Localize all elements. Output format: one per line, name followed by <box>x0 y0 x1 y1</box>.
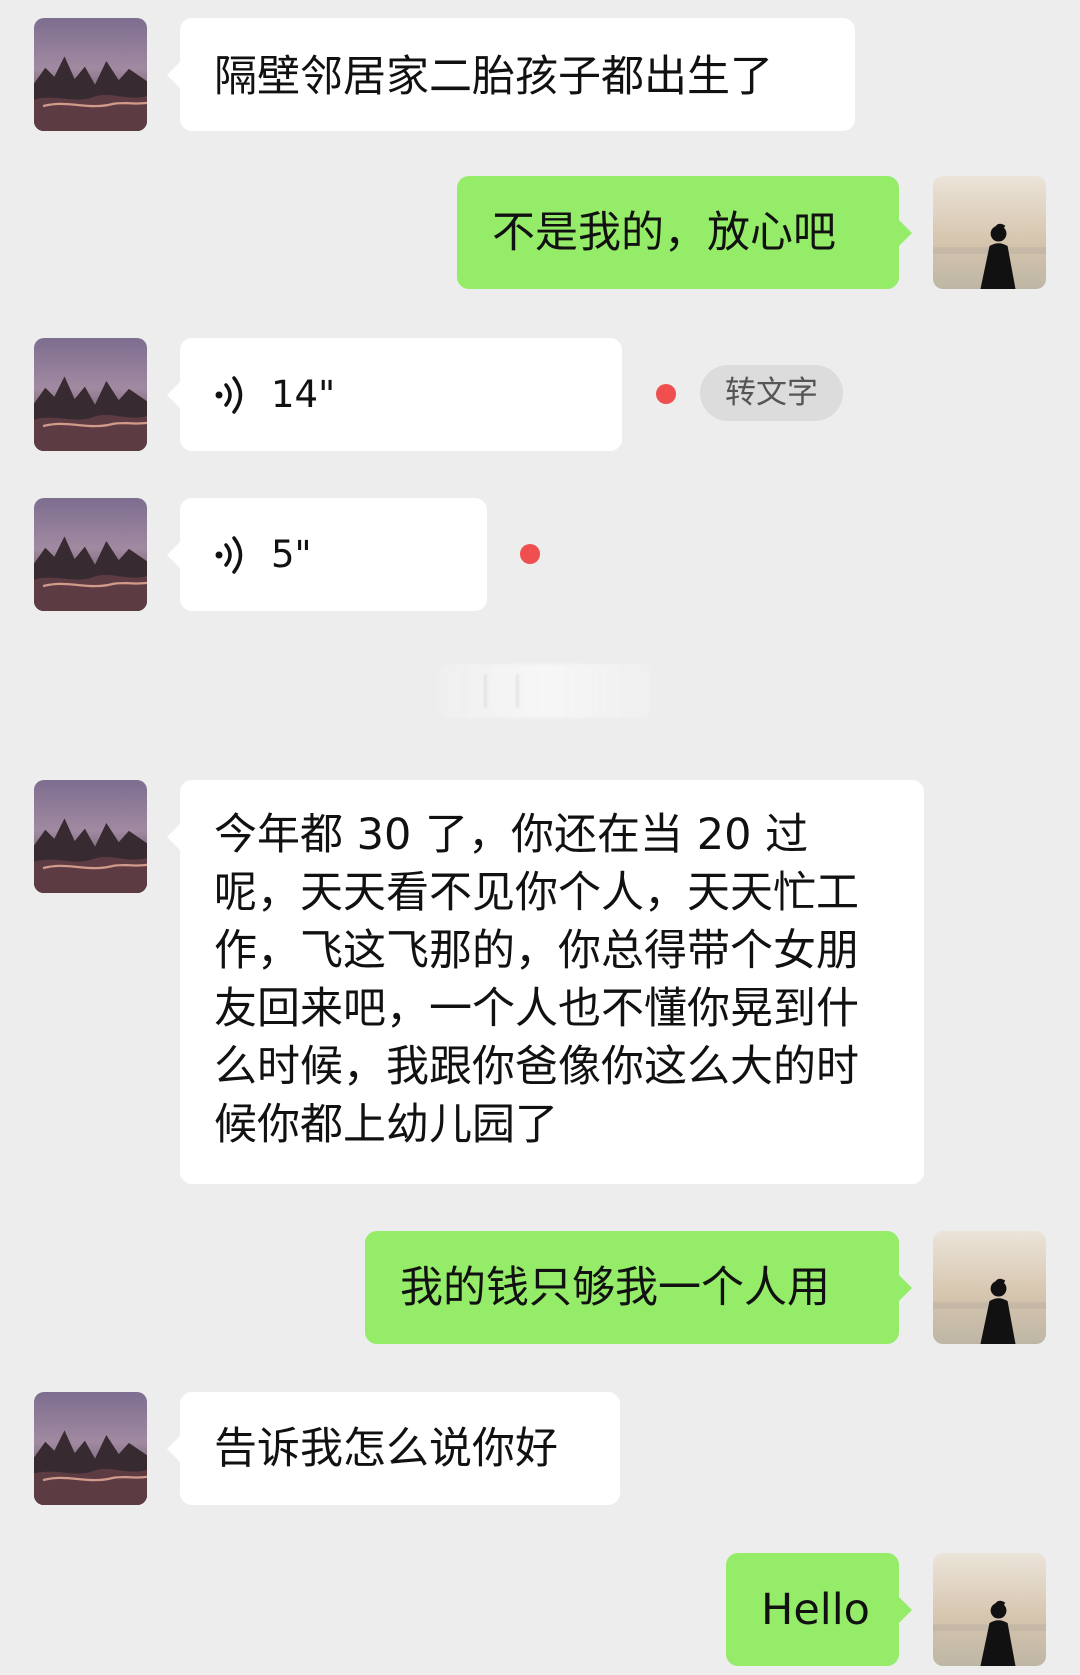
voice-wave-icon <box>214 534 248 576</box>
message-bubble[interactable]: Hello <box>726 1553 912 1666</box>
message-bubble[interactable]: 我的钱只够我一个人用 <box>365 1231 912 1344</box>
mountain-landscape-avatar-icon <box>34 338 147 451</box>
message-text: 隔壁邻居家二胎孩子都出生了 <box>214 52 773 102</box>
message-bubble[interactable]: 告诉我怎么说你好 <box>167 1392 620 1505</box>
message-text: 告诉我怎么说你好 <box>214 1424 558 1474</box>
contact-avatar[interactable] <box>34 338 147 451</box>
mountain-landscape-avatar-icon <box>34 18 147 131</box>
mountain-landscape-avatar-icon <box>34 498 147 611</box>
mountain-landscape-avatar-icon <box>34 780 147 893</box>
voice-duration: 14" <box>271 372 336 416</box>
contact-avatar[interactable] <box>34 498 147 611</box>
voice-message-bubble[interactable]: 5" <box>167 498 487 611</box>
contact-avatar[interactable] <box>34 18 147 131</box>
person-by-sea-avatar-icon <box>933 1553 1046 1666</box>
message-text: 我的钱只够我一个人用 <box>400 1263 830 1313</box>
contact-avatar[interactable] <box>34 780 147 893</box>
my-avatar[interactable] <box>933 176 1046 289</box>
message-text: 今年都 30 了，你还在当 20 过呢，天天看不见你个人，天天忙工作，飞这飞那的… <box>214 810 859 1150</box>
voice-duration: 5" <box>271 532 312 576</box>
my-avatar[interactable] <box>933 1231 1046 1344</box>
transcribe-button[interactable]: 转文字 <box>700 365 843 421</box>
unread-dot <box>520 544 540 564</box>
mountain-landscape-avatar-icon <box>34 1392 147 1505</box>
chat-thread: 隔壁邻居家二胎孩子都出生了 不是我的，放心吧 14" 转文字 5" 今年都 30… <box>0 0 1080 1675</box>
blurred-system-marker <box>438 664 651 718</box>
unread-dot <box>656 384 676 404</box>
contact-avatar[interactable] <box>34 1392 147 1505</box>
voice-wave-icon <box>214 374 248 416</box>
voice-message-bubble[interactable]: 14" <box>167 338 622 451</box>
message-bubble[interactable]: 隔壁邻居家二胎孩子都出生了 <box>167 18 855 131</box>
person-by-sea-avatar-icon <box>933 1231 1046 1344</box>
my-avatar[interactable] <box>933 1553 1046 1666</box>
message-text: 不是我的，放心吧 <box>492 208 836 258</box>
person-by-sea-avatar-icon <box>933 176 1046 289</box>
message-text: Hello <box>761 1585 870 1635</box>
message-bubble[interactable]: 今年都 30 了，你还在当 20 过呢，天天看不见你个人，天天忙工作，飞这飞那的… <box>167 780 924 1184</box>
message-bubble[interactable]: 不是我的，放心吧 <box>457 176 912 289</box>
